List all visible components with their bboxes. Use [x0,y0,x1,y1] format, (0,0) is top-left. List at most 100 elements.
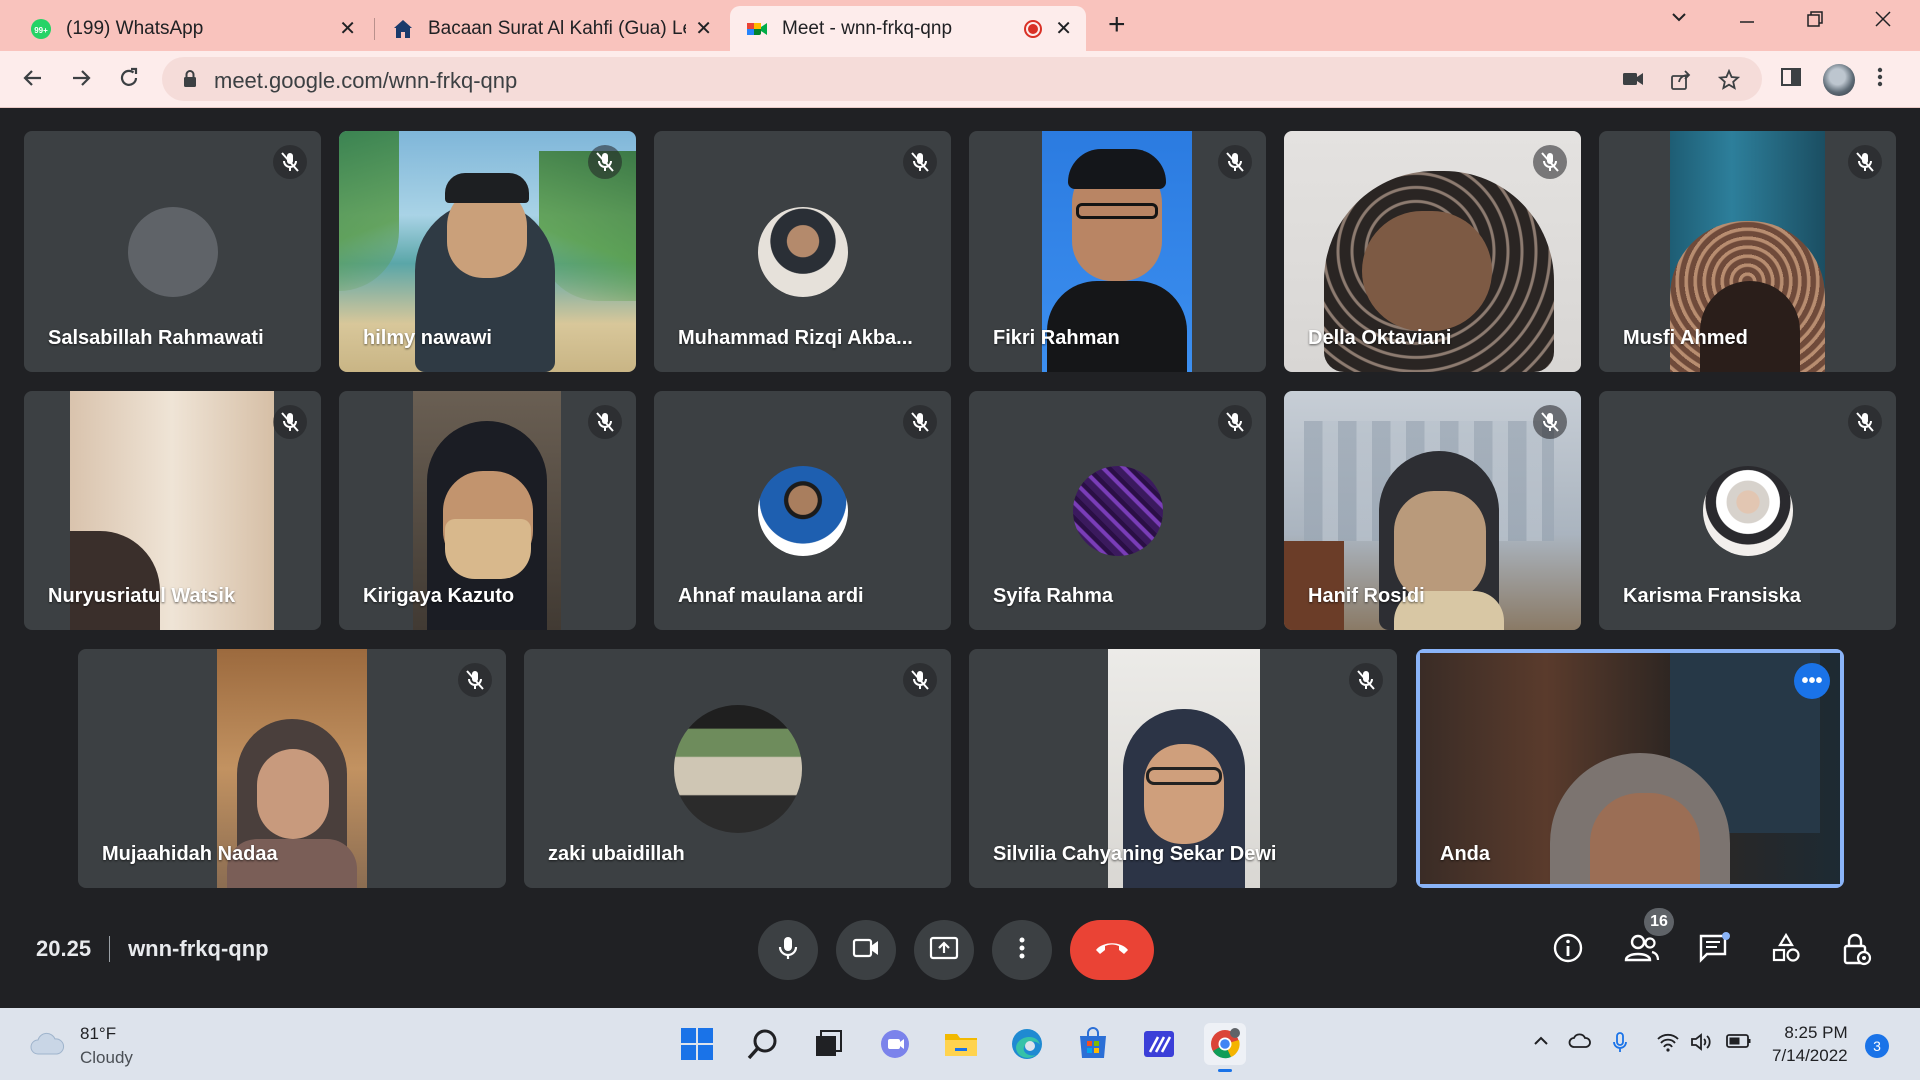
chrome-icon[interactable] [1204,1023,1246,1072]
volume-icon[interactable] [1690,1032,1714,1057]
battery-icon[interactable] [1726,1032,1752,1055]
present-screen-button[interactable] [914,920,974,980]
system-clock[interactable]: 8:25 PM 7/14/2022 [1772,1021,1848,1067]
more-vert-icon [1018,936,1026,965]
profile-avatar[interactable] [1823,64,1855,96]
start-menu-icon[interactable] [676,1023,718,1065]
forward-icon[interactable] [66,63,96,93]
participant-tile[interactable]: Mujaahidah Nadaa [78,649,506,888]
file-explorer-icon[interactable] [940,1023,982,1065]
url-text: meet.google.com/wnn-frkq-qnp [214,68,518,93]
participant-tile[interactable]: Salsabillah Rahmawati [24,131,321,372]
wifi-icon[interactable] [1656,1032,1680,1057]
participant-tile[interactable]: Karisma Fransiska [1599,391,1896,630]
edge-icon[interactable] [1006,1023,1048,1065]
participant-tile[interactable]: Muhammad Rizqi Akba... [654,131,951,372]
tab-search-icon[interactable] [1670,8,1688,32]
participant-tile[interactable]: hilmy nawawi [339,131,636,372]
microphone-tray-icon[interactable] [1612,1032,1628,1059]
participant-name: Kirigaya Kazuto [363,585,515,607]
more-options-icon[interactable]: ••• [1794,663,1830,699]
participant-tile[interactable]: Nuryusriatul Watsik [24,391,321,630]
avatar [757,465,848,556]
muted-mic-icon [273,405,307,439]
meeting-info-icon[interactable] [1552,932,1584,969]
participant-tile[interactable]: zaki ubaidillah [524,649,951,888]
new-tab-icon[interactable]: + [1108,10,1126,40]
google-meet-icon [746,18,768,40]
self-view-tile[interactable]: ••• Anda [1416,649,1844,888]
meeting-time: 20.25 [36,936,92,961]
microphone-button[interactable] [758,920,818,980]
participant-name: Hanif Rosidi [1308,585,1425,607]
host-controls-icon[interactable] [1842,932,1872,971]
muted-mic-icon [1848,405,1882,439]
participant-name: Della Oktaviani [1308,327,1452,349]
cloud-icon [28,1030,66,1063]
address-bar[interactable]: meet.google.com/wnn-frkq-qnp [162,57,1762,101]
participant-tile[interactable]: Della Oktaviani [1284,131,1581,372]
camera-icon [852,937,880,964]
muted-mic-icon [1218,405,1252,439]
tab-meet[interactable]: Meet - wnn-frkq-qnp ✕ [730,6,1086,51]
avatar [127,206,218,297]
weather-temperature: 81°F [80,1024,117,1043]
back-icon[interactable] [18,63,48,93]
bookmark-star-icon[interactable] [1717,68,1741,96]
share-icon[interactable] [1670,69,1692,96]
leave-call-button[interactable] [1070,920,1154,980]
participant-name: Mujaahidah Nadaa [102,843,278,865]
tab-al-kahfi[interactable]: Bacaan Surat Al Kahfi (Gua) Lengkap ✕ [376,6,728,51]
muted-mic-icon [588,145,622,179]
muted-mic-icon [903,145,937,179]
activities-icon[interactable] [1770,932,1802,969]
camera-button[interactable] [836,920,896,980]
avatar [673,704,802,833]
app-icon[interactable] [1138,1023,1180,1065]
muted-mic-icon [273,145,307,179]
participant-tile[interactable]: Fikri Rahman [969,131,1266,372]
side-panel-icon[interactable] [1780,66,1802,93]
muted-mic-icon [1533,145,1567,179]
participant-name: Anda [1440,843,1490,865]
chat-icon[interactable] [1698,932,1732,969]
weather-widget[interactable]: 81°F Cloudy [28,1022,133,1070]
meeting-details: 20.25 wnn-frkq-qnp [36,936,269,962]
close-tab-icon[interactable]: ✕ [695,16,712,41]
tab-whatsapp[interactable]: 99+ (199) WhatsApp ✕ [14,6,370,51]
participant-name: Fikri Rahman [993,327,1120,349]
participant-name: Salsabillah Rahmawati [48,327,264,349]
participant-tile[interactable]: Hanif Rosidi [1284,391,1581,630]
muted-mic-icon [1848,145,1882,179]
restore-icon[interactable] [1806,10,1824,34]
search-icon[interactable] [742,1023,784,1065]
close-tab-icon[interactable]: ✕ [1055,16,1072,41]
notification-count-badge[interactable]: 3 [1865,1034,1889,1058]
participant-tile[interactable]: Musfi Ahmed [1599,131,1896,372]
minimize-icon[interactable] [1738,10,1756,34]
lock-icon[interactable] [182,69,198,94]
people-icon[interactable] [1624,932,1660,969]
avatar [1072,465,1163,556]
close-tab-icon[interactable]: ✕ [339,16,356,41]
reload-icon[interactable] [114,63,144,93]
participant-name: Nuryusriatul Watsik [48,585,236,607]
onedrive-icon[interactable] [1568,1032,1592,1055]
participant-tile[interactable]: Kirigaya Kazuto [339,391,636,630]
svg-text:99+: 99+ [34,26,48,35]
close-window-icon[interactable] [1874,10,1892,34]
teams-chat-icon[interactable] [874,1023,916,1065]
menu-icon[interactable] [1876,66,1884,93]
camera-in-use-icon[interactable] [1622,69,1644,94]
weather-condition: Cloudy [80,1048,133,1067]
participant-tile[interactable]: Syifa Rahma [969,391,1266,630]
participant-name: Syifa Rahma [993,585,1114,607]
more-actions-button[interactable] [992,920,1052,980]
participant-tile[interactable]: Ahnaf maulana ardi [654,391,951,630]
meeting-code: wnn-frkq-qnp [128,936,269,961]
participant-tile[interactable]: Silvilia Cahyaning Sekar Dewi [969,649,1397,888]
microsoft-store-icon[interactable] [1072,1023,1114,1065]
task-view-icon[interactable] [808,1023,850,1065]
chevron-up-icon[interactable] [1532,1032,1550,1055]
browser-toolbar: meet.google.com/wnn-frkq-qnp [0,51,1920,108]
